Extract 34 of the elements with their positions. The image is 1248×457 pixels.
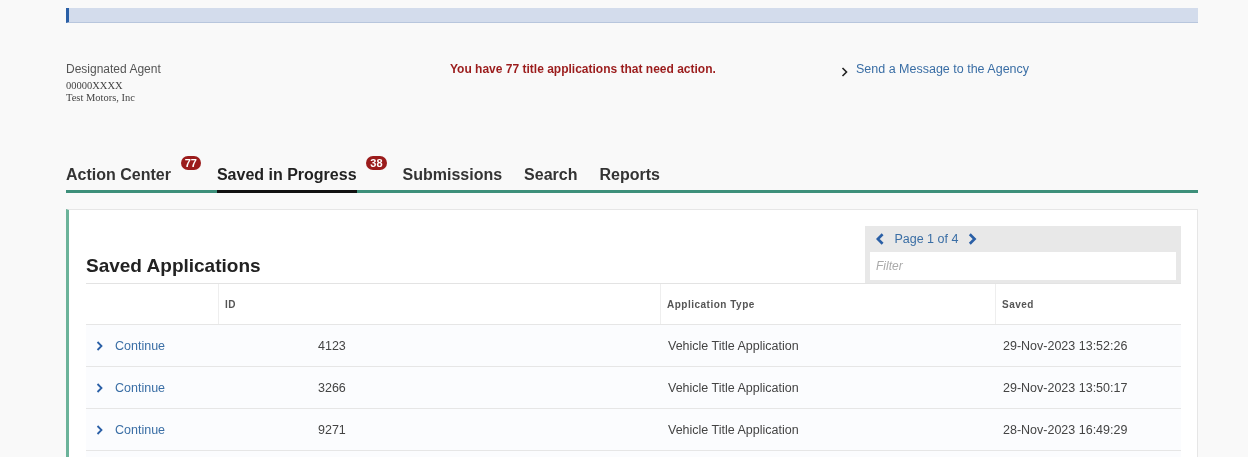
column-header: Application Type <box>660 284 995 324</box>
chevron-right-icon <box>841 67 848 77</box>
table-cell-text: 9271 <box>317 422 347 437</box>
tab[interactable]: Reports <box>599 166 660 193</box>
filter-field[interactable]: Filter <box>870 252 1176 280</box>
previous-page-icon <box>876 233 885 245</box>
table-cell-text: Vehicle Title Application <box>667 422 800 437</box>
next-page-icon <box>968 233 977 245</box>
table-cell-text: 28-Nov-2023 16:49:29 <box>1002 422 1129 437</box>
tab[interactable]: Search <box>524 166 578 193</box>
count-badge: 38 <box>366 156 387 170</box>
alert-message: You have 77 title applications that need action. <box>449 62 717 76</box>
section-title: Saved Applications <box>86 255 261 277</box>
column-header: Saved <box>995 284 1181 324</box>
table-cell-text: 29-Nov-2023 13:52:26 <box>1002 338 1129 353</box>
agent-number: 00000XXXX <box>66 80 124 92</box>
page-indicator: Page 1 of 4 <box>894 232 959 246</box>
chevron-right-icon <box>96 340 103 351</box>
chevron-right-icon <box>96 382 103 393</box>
table-cell-text: 3266 <box>317 380 347 395</box>
agent-label: Designated Agent <box>66 62 162 76</box>
continue-link[interactable]: Continue <box>86 380 218 395</box>
column-header: ID <box>218 284 660 324</box>
table-cell-text: Vehicle Title Application <box>667 338 800 353</box>
tab[interactable]: Submissions <box>402 166 503 193</box>
table-cell-text: 4123 <box>317 338 347 353</box>
chevron-right-icon <box>96 424 103 435</box>
send-message-link[interactable]: Send a Message to the Agency <box>856 62 1030 76</box>
continue-link[interactable]: Continue <box>86 338 218 353</box>
count-badge: 77 <box>180 156 201 170</box>
table-cell-text: 29-Nov-2023 13:50:17 <box>1002 380 1129 395</box>
continue-link[interactable]: Continue <box>86 422 218 437</box>
table-cell-text: Vehicle Title Application <box>667 380 800 395</box>
agent-company: Test Motors, Inc <box>66 92 136 104</box>
